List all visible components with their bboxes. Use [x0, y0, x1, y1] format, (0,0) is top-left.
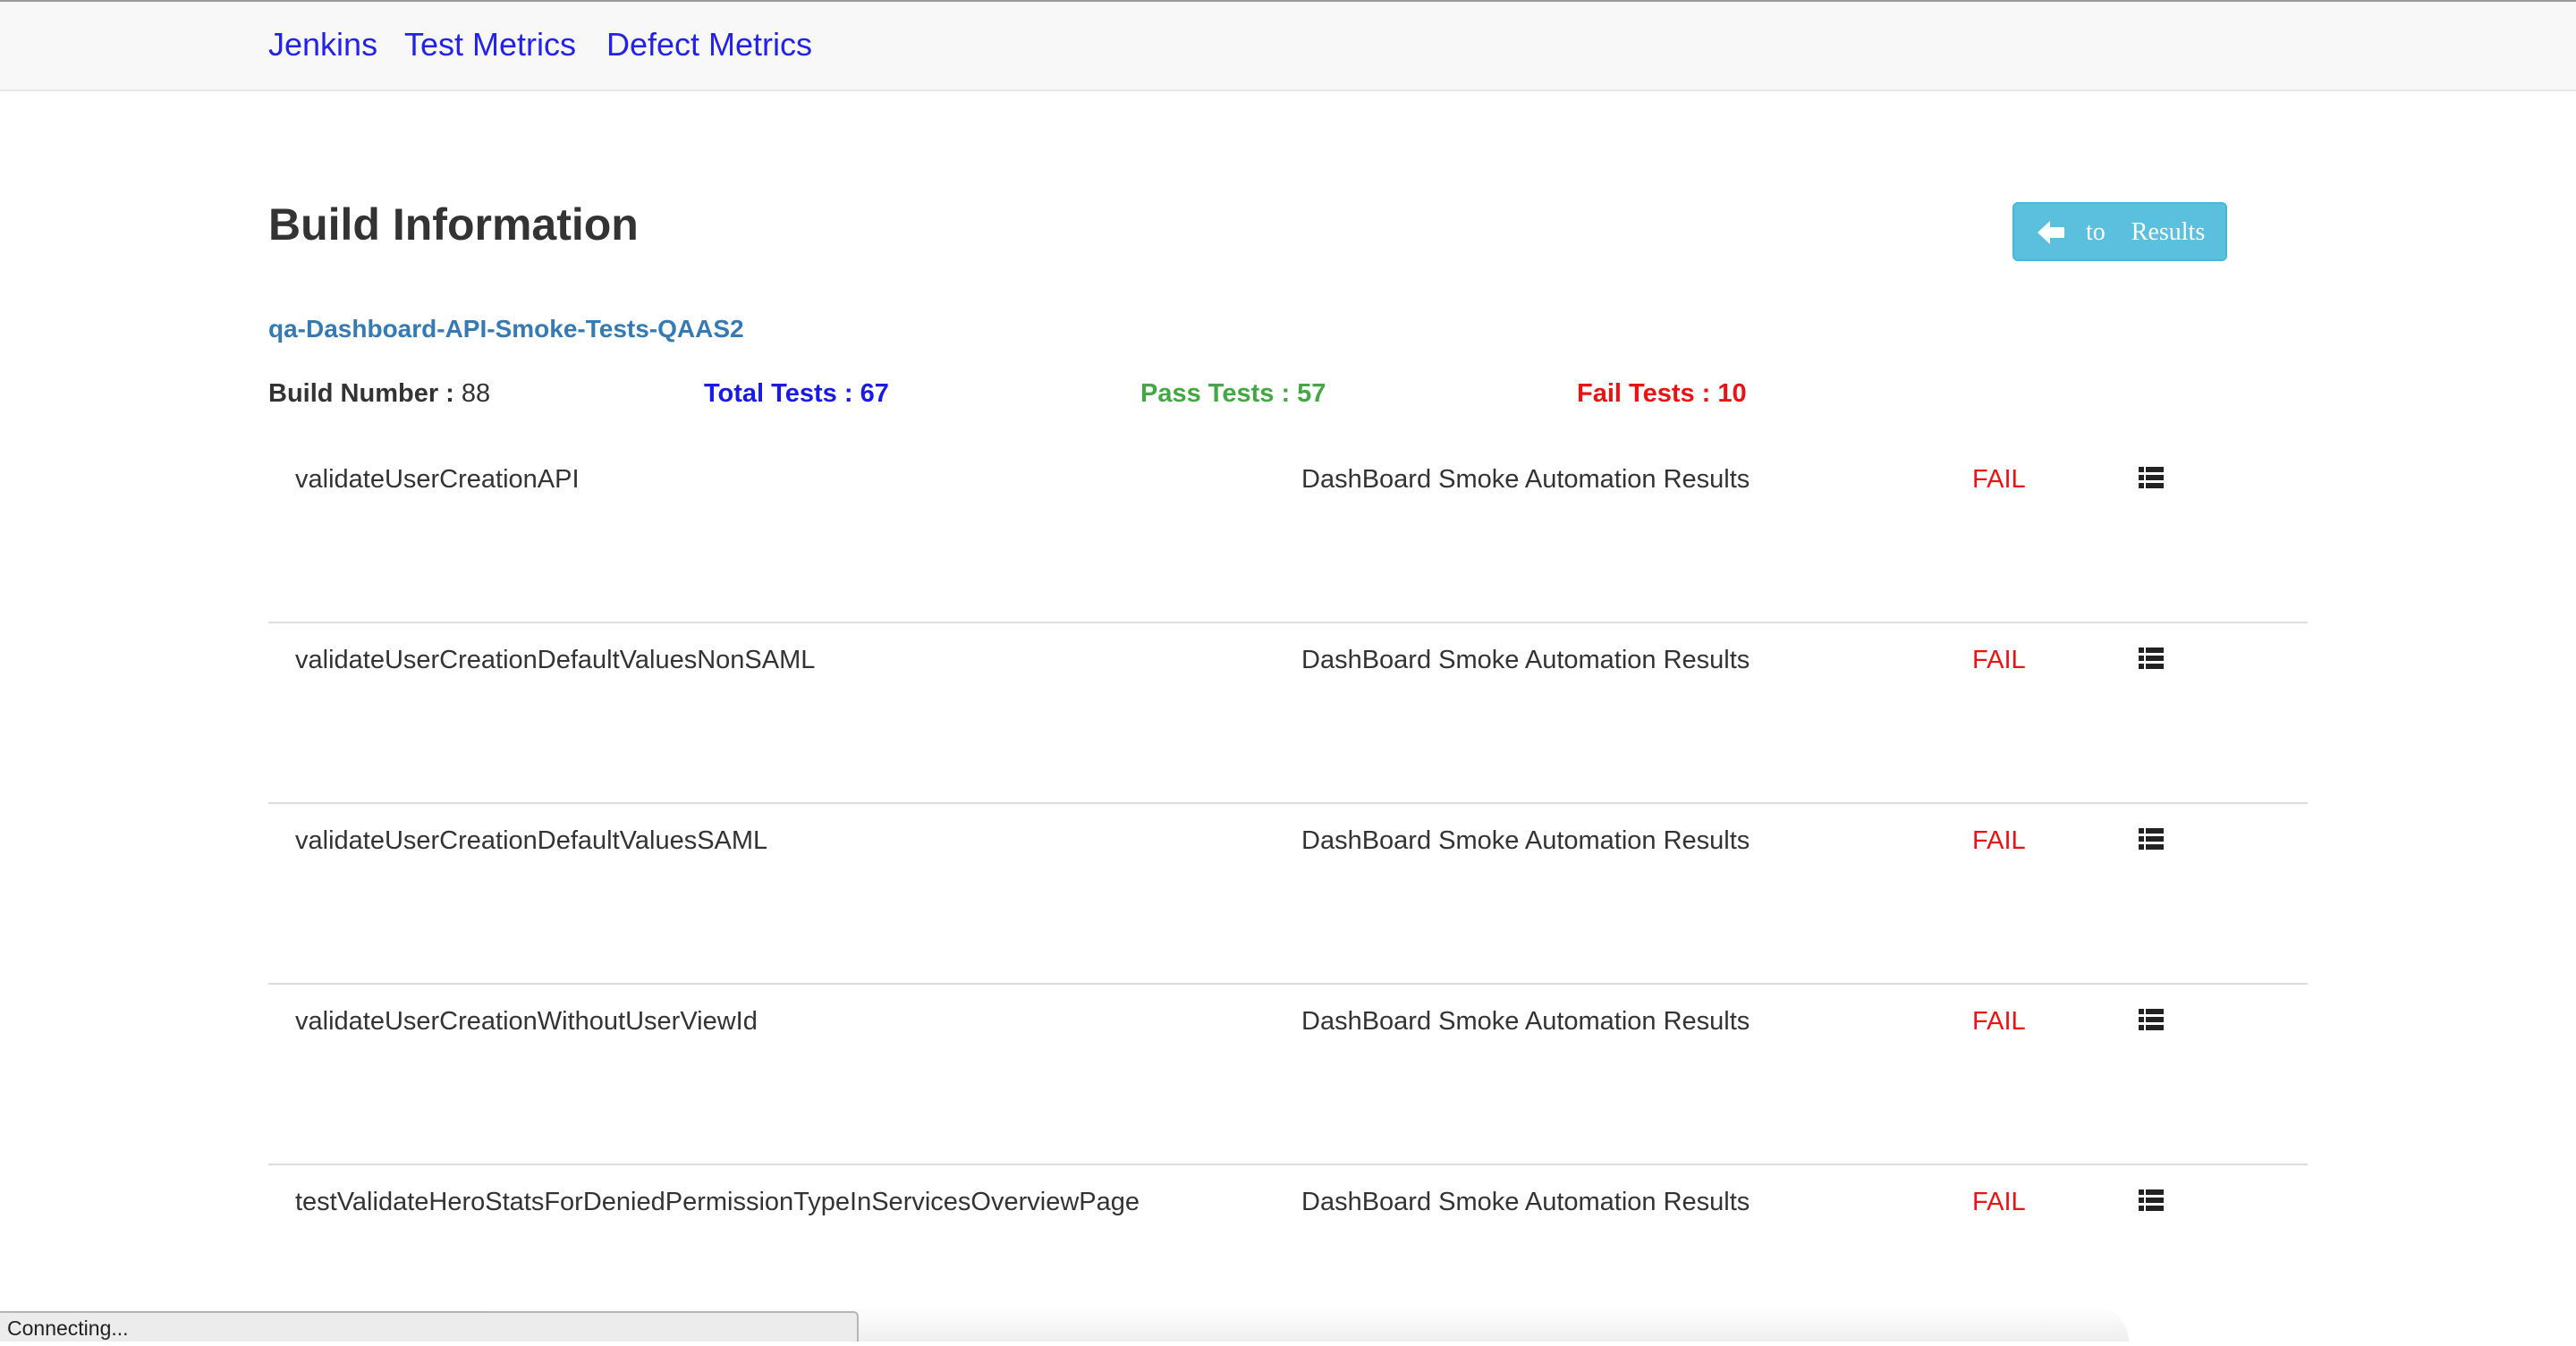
test-status: FAIL	[1972, 646, 2026, 674]
test-suite: DashBoard Smoke Automation Results	[1301, 1188, 1750, 1216]
list-icon[interactable]	[2138, 464, 2165, 491]
test-suite: DashBoard Smoke Automation Results	[1301, 465, 1750, 494]
browser-status-bar: Connecting...	[0, 1311, 859, 1342]
table-row: validateUserCreationWithoutUserViewId Da…	[268, 985, 2308, 1165]
pass-tests-label: Pass Tests :	[1140, 379, 1298, 408]
test-suite: DashBoard Smoke Automation Results	[1301, 826, 1750, 855]
fail-tests-value: 10	[1717, 379, 1747, 408]
test-status: FAIL	[1972, 1188, 2026, 1216]
test-name: validateUserCreationDefaultValuesSAML	[295, 826, 768, 855]
list-icon[interactable]	[2138, 645, 2165, 672]
table-row: validateUserCreationDefaultValuesSAML Da…	[268, 804, 2308, 985]
arrow-left-icon	[2038, 221, 2064, 244]
test-suite: DashBoard Smoke Automation Results	[1301, 1007, 1750, 1036]
list-icon[interactable]	[2138, 1006, 2165, 1033]
pass-tests-value: 57	[1297, 379, 1326, 408]
test-status: FAIL	[1972, 826, 2026, 855]
list-icon[interactable]	[2138, 1187, 2165, 1214]
total-tests-value: 67	[860, 379, 889, 408]
test-suite: DashBoard Smoke Automation Results	[1301, 646, 1750, 674]
build-number-label: Build Number :	[268, 379, 462, 408]
test-status: FAIL	[1972, 465, 2026, 494]
test-name: validateUserCreationWithoutUserViewId	[295, 1007, 758, 1036]
page-title: Build Information	[268, 199, 639, 250]
back-to-results-button[interactable]: to Results	[2012, 202, 2227, 261]
fail-tests: Fail Tests : 10	[1577, 377, 1747, 410]
back-button-label: to Results	[2086, 218, 2206, 246]
total-tests-label: Total Tests :	[704, 379, 860, 408]
total-tests: Total Tests : 67	[704, 377, 889, 410]
nav-link-defect-metrics[interactable]: Defect Metrics	[606, 25, 812, 64]
fail-tests-label: Fail Tests :	[1577, 379, 1718, 408]
pass-tests: Pass Tests : 57	[1140, 377, 1326, 410]
top-navbar: Jenkins Test Metrics Defect Metrics	[0, 2, 2576, 91]
test-name: validateUserCreationAPI	[295, 465, 580, 494]
test-name: validateUserCreationDefaultValuesNonSAML	[295, 646, 816, 674]
nav-link-jenkins[interactable]: Jenkins	[268, 25, 377, 64]
test-results-list: validateUserCreationAPI DashBoard Smoke …	[268, 443, 2308, 1346]
test-status: FAIL	[1972, 1007, 2026, 1036]
status-text: Connecting...	[7, 1316, 129, 1340]
build-number-value: 88	[461, 379, 491, 408]
job-name-link[interactable]: qa-Dashboard-API-Smoke-Tests-QAAS2	[268, 313, 744, 345]
test-name: testValidateHeroStatsForDeniedPermission…	[295, 1188, 1140, 1216]
build-number: Build Number : 88	[268, 377, 490, 410]
nav-link-test-metrics[interactable]: Test Metrics	[404, 25, 576, 64]
table-row: validateUserCreationDefaultValuesNonSAML…	[268, 623, 2308, 804]
table-row: validateUserCreationAPI DashBoard Smoke …	[268, 443, 2308, 623]
list-icon[interactable]	[2138, 825, 2165, 852]
